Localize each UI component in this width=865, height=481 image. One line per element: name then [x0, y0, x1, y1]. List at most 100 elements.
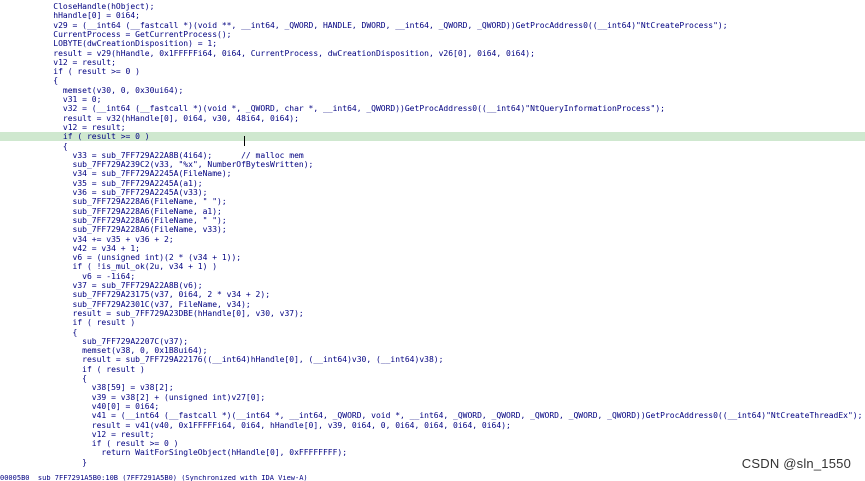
code-line[interactable]: result = sub_7FF729A22176((__int64)hHand…: [0, 355, 865, 364]
code-line-text: LOBYTE(dwCreationDisposition) = 1;: [34, 39, 218, 49]
code-line[interactable]: v33 = sub_7FF729A22A8B(4i64); // malloc …: [0, 151, 865, 160]
code-line[interactable]: v6 = (unsigned int)(2 * (v34 + 1));: [0, 253, 865, 262]
code-line[interactable]: {: [0, 142, 865, 151]
code-line-text: v12 = result;: [34, 429, 155, 439]
code-line-text: if ( !is_mul_ok(2u, v34 + 1) ): [34, 262, 218, 272]
code-line[interactable]: v32 = (__int64 (__fastcall *)(void *, _Q…: [0, 104, 865, 113]
code-line[interactable]: return WaitForSingleObject(hHandle[0], 0…: [0, 448, 865, 457]
code-line[interactable]: memset(v38, 0, 0x1B8ui64);: [0, 346, 865, 355]
code-line[interactable]: v12 = result;: [0, 123, 865, 132]
code-line-text: CurrentProcess = GetCurrentProcess();: [34, 29, 232, 39]
code-line[interactable]: v12 = result;: [0, 430, 865, 439]
code-line-text: v6 = (unsigned int)(2 * (v34 + 1));: [34, 253, 242, 263]
code-line[interactable]: v34 = sub_7FF729A2245A(FileName);: [0, 169, 865, 178]
code-line-text: v36 = sub_7FF729A2245A(v33);: [34, 188, 208, 197]
code-line[interactable]: if ( result ): [0, 318, 865, 327]
code-line-text: sub_7FF729A2207C(v37);: [34, 336, 189, 346]
code-line[interactable]: v37 = sub_7FF729A22A8B(v6);: [0, 281, 865, 290]
code-line-text: v12 = result;: [34, 57, 116, 67]
code-line[interactable]: result = sub_7FF729A23DBE(hHandle[0], v3…: [0, 309, 865, 318]
code-line-text: memset(v38, 0, 0x1B8ui64);: [34, 346, 208, 356]
status-bar: 00005B0 sub_7FF7291A5B0:10B (7FF7291A5B0…: [0, 475, 308, 481]
text-cursor: [244, 136, 245, 146]
code-line-text: {: [34, 374, 87, 383]
code-line[interactable]: result = v29(hHandle, 0x1FFFFFi64, 0i64,…: [0, 49, 865, 58]
code-line[interactable]: {: [0, 76, 865, 85]
code-line-text: if ( result ): [34, 364, 145, 374]
code-line[interactable]: if ( result ): [0, 365, 865, 374]
code-line[interactable]: v36 = sub_7FF729A2245A(v33);: [0, 188, 865, 197]
code-line-text: sub_7FF729A228A6(FileName, a1);: [34, 206, 222, 216]
code-line-text: v38[59] = v38[2];: [34, 383, 174, 393]
code-line[interactable]: if ( result >= 0 ): [0, 439, 865, 448]
code-line[interactable]: LOBYTE(dwCreationDisposition) = 1;: [0, 39, 865, 48]
code-line-text: sub_7FF729A228A6(FileName, " ");: [34, 215, 227, 225]
code-line[interactable]: result = v41(v40, 0x1FFFFFi64, 0i64, hHa…: [0, 421, 865, 430]
code-line[interactable]: v40[0] = 0i64;: [0, 402, 865, 411]
code-line-text: {: [34, 327, 78, 337]
code-line[interactable]: sub_7FF729A228A6(FileName, " ");: [0, 197, 865, 206]
code-line[interactable]: memset(v30, 0, 0x30ui64);: [0, 86, 865, 95]
code-line-text: v39 = v38[2] + (unsigned int)v27[0];: [34, 392, 266, 402]
code-line[interactable]: {: [0, 328, 865, 337]
code-line-text: v37 = sub_7FF729A22A8B(v6);: [34, 281, 203, 290]
code-line[interactable]: sub_7FF729A228A6(FileName, a1);: [0, 207, 865, 216]
watermark: CSDN @sln_1550: [741, 456, 851, 471]
code-line-text: v35 = sub_7FF729A2245A(a1);: [34, 178, 203, 188]
code-line-text: if ( result >= 0 ): [34, 67, 140, 77]
code-line[interactable]: CurrentProcess = GetCurrentProcess();: [0, 30, 865, 39]
code-line-text: v31 = 0;: [34, 95, 102, 104]
code-line[interactable]: {: [0, 374, 865, 383]
code-line-text: result = v29(hHandle, 0x1FFFFFi64, 0i64,…: [34, 48, 535, 58]
code-line[interactable]: v34 += v35 + v36 + 2;: [0, 235, 865, 244]
code-line[interactable]: sub_7FF729A23175(v37, 0i64, 2 * v34 + 2)…: [0, 290, 865, 299]
code-line[interactable]: v12 = result;: [0, 58, 865, 67]
code-line-text: v12 = result;: [34, 122, 126, 132]
code-line-text: v29 = (__int64 (__fastcall *)(void **, _…: [34, 20, 728, 30]
code-line-text: v6 = -1i64;: [34, 271, 136, 281]
code-line-text: v32 = (__int64 (__fastcall *)(void *, _Q…: [34, 104, 665, 114]
code-line-text: v33 = sub_7FF729A22A8B(4i64); // malloc …: [34, 150, 304, 160]
code-line[interactable]: sub_7FF729A2207C(v37);: [0, 337, 865, 346]
pseudocode-view[interactable]: CloseHandle(hObject); hHandle[0] = 0i64;…: [0, 0, 865, 481]
code-line-text: result = sub_7FF729A22176((__int64)hHand…: [34, 355, 444, 365]
code-line[interactable]: if ( result >= 0 ): [0, 132, 865, 142]
code-line-text: result = v32(hHandle[0], 0i64, v30, 48i6…: [34, 113, 299, 123]
code-line[interactable]: v41 = (__int64 (__fastcall *)(__int64 *,…: [0, 411, 865, 420]
code-line-text: {: [34, 76, 59, 86]
code-line[interactable]: v31 = 0;: [0, 95, 865, 104]
code-line[interactable]: sub_7FF729A228A6(FileName, " ");: [0, 216, 865, 225]
code-line-text: result = v41(v40, 0x1FFFFFi64, 0i64, hHa…: [34, 420, 511, 430]
code-line[interactable]: v6 = -1i64;: [0, 272, 865, 281]
code-line[interactable]: sub_7FF729A239C2(v33, "%x", NumberOfByte…: [0, 160, 865, 169]
code-line[interactable]: hHandle[0] = 0i64;: [0, 11, 865, 20]
code-line-text: return WaitForSingleObject(hHandle[0], 0…: [34, 448, 348, 458]
code-line-text: result = sub_7FF729A23DBE(hHandle[0], v3…: [34, 308, 304, 318]
code-line-text: sub_7FF729A239C2(v33, "%x", NumberOfByte…: [34, 160, 314, 170]
code-line-text: if ( result >= 0 ): [34, 439, 179, 449]
code-line-text: sub_7FF729A23175(v37, 0i64, 2 * v34 + 2)…: [34, 290, 271, 300]
code-line[interactable]: v29 = (__int64 (__fastcall *)(void **, _…: [0, 21, 865, 30]
code-line[interactable]: v42 = v34 + 1;: [0, 244, 865, 253]
code-line-text: v42 = v34 + 1;: [34, 243, 140, 253]
code-line-text: v41 = (__int64 (__fastcall *)(__int64 *,…: [34, 411, 863, 421]
code-line-text: }: [34, 457, 87, 467]
code-line-text: memset(v30, 0, 0x30ui64);: [34, 85, 184, 95]
code-line[interactable]: v39 = v38[2] + (unsigned int)v27[0];: [0, 393, 865, 402]
code-line-text: sub_7FF729A228A6(FileName, " ");: [34, 197, 227, 207]
code-line[interactable]: sub_7FF729A228A6(FileName, v33);: [0, 225, 865, 234]
code-line-text: sub_7FF729A228A6(FileName, v33);: [34, 225, 227, 235]
code-line[interactable]: v38[59] = v38[2];: [0, 383, 865, 392]
code-line[interactable]: result = v32(hHandle[0], 0i64, v30, 48i6…: [0, 114, 865, 123]
code-line[interactable]: sub_7FF729A2301C(v37, FileName, v34);: [0, 300, 865, 309]
code-line[interactable]: if ( !is_mul_ok(2u, v34 + 1) ): [0, 262, 865, 271]
code-line[interactable]: if ( result >= 0 ): [0, 67, 865, 76]
code-line-text: if ( result ): [34, 318, 136, 328]
code-line[interactable]: v35 = sub_7FF729A2245A(a1);: [0, 179, 865, 188]
code-line-text: v34 = sub_7FF729A2245A(FileName);: [34, 169, 232, 179]
code-line-text: CloseHandle(hObject);: [34, 2, 155, 11]
code-line[interactable]: CloseHandle(hObject);: [0, 2, 865, 11]
code-line[interactable]: }: [0, 458, 865, 467]
code-line-text: hHandle[0] = 0i64;: [34, 11, 140, 21]
code-line-text: if ( result >= 0 ): [34, 132, 150, 142]
